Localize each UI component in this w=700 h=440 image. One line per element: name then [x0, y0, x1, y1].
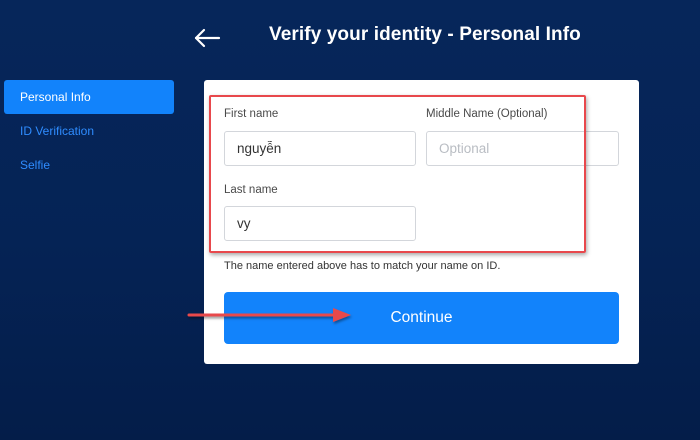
- middle-name-input[interactable]: [426, 131, 619, 166]
- last-name-input[interactable]: [224, 206, 416, 241]
- last-name-label: Last name: [224, 184, 278, 196]
- page-title: Verify your identity - Personal Info: [269, 24, 581, 45]
- sidebar-item-id-verification[interactable]: ID Verification: [4, 114, 174, 148]
- sidebar-item-selfie[interactable]: Selfie: [4, 148, 174, 182]
- back-arrow-icon[interactable]: [193, 27, 221, 49]
- first-name-label: First name: [224, 108, 279, 120]
- middle-name-label: Middle Name (Optional): [426, 108, 548, 120]
- sidebar-item-personal-info[interactable]: Personal Info: [4, 80, 174, 114]
- personal-info-card: First name Middle Name (Optional) Last n…: [204, 80, 639, 364]
- name-match-helper-text: The name entered above has to match your…: [224, 260, 501, 272]
- sidebar-nav: Personal Info ID Verification Selfie: [4, 80, 174, 182]
- continue-button[interactable]: Continue: [224, 292, 619, 344]
- first-name-input[interactable]: [224, 131, 416, 166]
